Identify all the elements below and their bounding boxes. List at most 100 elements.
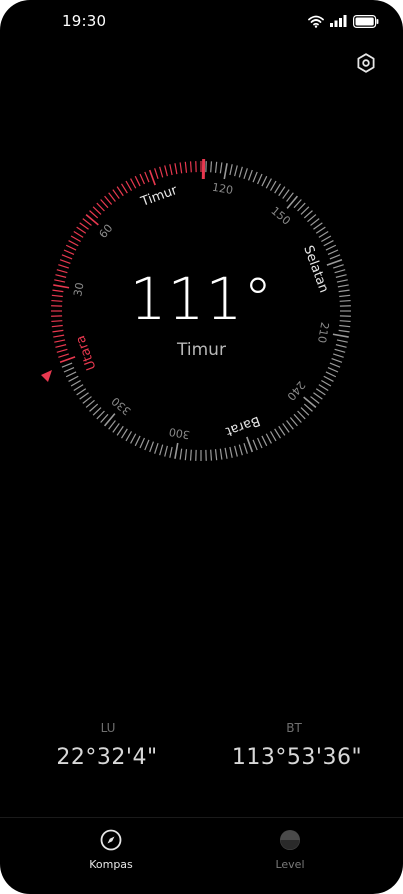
compass-tick — [325, 371, 337, 378]
compass-tick — [313, 392, 323, 400]
compass-tick — [79, 222, 89, 230]
cardinal-west-label: Barat — [224, 413, 262, 439]
latitude-label: LU — [100, 721, 116, 735]
compass-tick — [121, 183, 128, 194]
compass-tick — [224, 447, 228, 459]
compass-tick — [321, 235, 332, 243]
longitude-value: 113°53'36" — [231, 745, 363, 770]
compass-tick — [130, 433, 137, 444]
compass-tick — [92, 407, 102, 416]
compass-tick — [329, 362, 341, 368]
compass-tick — [148, 169, 156, 186]
compass-tick — [219, 162, 223, 174]
bottom-nav: Kompas Level — [0, 818, 403, 894]
compass-tick — [269, 180, 277, 191]
compass-tick — [327, 366, 339, 373]
compass-tick — [76, 388, 87, 396]
compass-tick — [169, 446, 173, 458]
compass-tick — [116, 425, 124, 436]
compass-tick — [318, 231, 329, 238]
compass-tick — [300, 206, 310, 215]
compass-tick — [134, 435, 141, 447]
compass-tick — [323, 240, 334, 247]
compass-tick — [174, 442, 179, 459]
compass-tick — [96, 410, 105, 420]
tab-level-label: Level — [275, 858, 305, 871]
compass-tick — [164, 445, 168, 457]
compass-tick — [210, 449, 213, 461]
compass-tick — [82, 396, 92, 404]
heading-degree: 111° — [129, 265, 274, 333]
tab-level[interactable]: Level — [230, 828, 350, 871]
compass-tick — [104, 195, 113, 205]
compass-tick — [63, 366, 75, 373]
compass-tick — [323, 375, 334, 382]
compass-tick — [332, 333, 349, 338]
compass-tick — [256, 173, 263, 185]
longitude-label: BT — [286, 721, 302, 735]
compass-tick — [121, 428, 128, 439]
compass-tick — [325, 244, 337, 251]
compass-tick — [125, 431, 133, 442]
compass-tick — [274, 183, 281, 194]
compass-tick — [261, 175, 268, 187]
compass-tick — [269, 431, 277, 442]
heading-pointer-icon — [41, 370, 52, 382]
compass-tick — [68, 240, 79, 247]
compass-tick — [261, 435, 268, 447]
compass-tick — [303, 210, 313, 219]
compass-tick — [184, 161, 188, 173]
compass-tick — [289, 417, 298, 427]
compass-tick — [59, 259, 71, 265]
compass-tick — [189, 161, 192, 173]
compass-tick — [159, 444, 164, 456]
compass-tick — [214, 449, 218, 461]
compass-tick — [243, 168, 248, 179]
compass-tick — [210, 161, 213, 173]
compass-tick — [63, 249, 75, 256]
compass-tick — [144, 171, 150, 183]
compass-tick — [229, 164, 233, 176]
compass-tick — [179, 448, 183, 460]
compass-tick — [79, 392, 89, 400]
compass-tick — [184, 449, 188, 461]
compass-tick — [189, 449, 192, 461]
compass-tick — [214, 161, 218, 173]
compass-tick — [159, 166, 164, 178]
compass-tick — [144, 439, 150, 451]
compass-tick — [286, 192, 294, 202]
compass-tick — [164, 165, 168, 177]
compass-tick — [169, 164, 173, 176]
compass-tick — [297, 202, 306, 212]
compass-tick — [278, 186, 286, 197]
compass-tick — [252, 439, 258, 451]
compass-tick — [96, 202, 105, 212]
compass-tick — [274, 428, 281, 439]
compass-tick — [318, 384, 329, 391]
compass-tick — [112, 423, 120, 433]
degree-label-240: 240 — [284, 378, 307, 402]
compass-tick — [219, 448, 223, 460]
compass-tick — [310, 218, 320, 226]
compass-tick — [234, 165, 238, 177]
compass-tick — [265, 178, 272, 189]
compass-tick — [139, 437, 146, 449]
compass-tick — [65, 371, 77, 378]
compass-tick — [238, 166, 243, 178]
compass-tick — [321, 379, 332, 387]
compass-tick — [282, 423, 290, 433]
phone-screen: 19:30 Utara Timur Selatan Barat 30 60 12… — [0, 0, 403, 894]
compass-tick — [108, 192, 116, 202]
compass-tick — [73, 384, 84, 391]
compass-tick — [134, 175, 141, 187]
compass-tick — [108, 420, 116, 430]
tab-compass[interactable]: Kompas — [51, 828, 171, 871]
compass-tick — [300, 407, 310, 416]
compass-tick — [307, 214, 317, 223]
compass-tick — [154, 443, 159, 454]
compass-tick — [329, 254, 341, 260]
compass-tick — [234, 445, 238, 457]
compass-tick — [61, 254, 73, 260]
compass-tick — [53, 334, 65, 338]
compass-tick — [76, 226, 87, 234]
